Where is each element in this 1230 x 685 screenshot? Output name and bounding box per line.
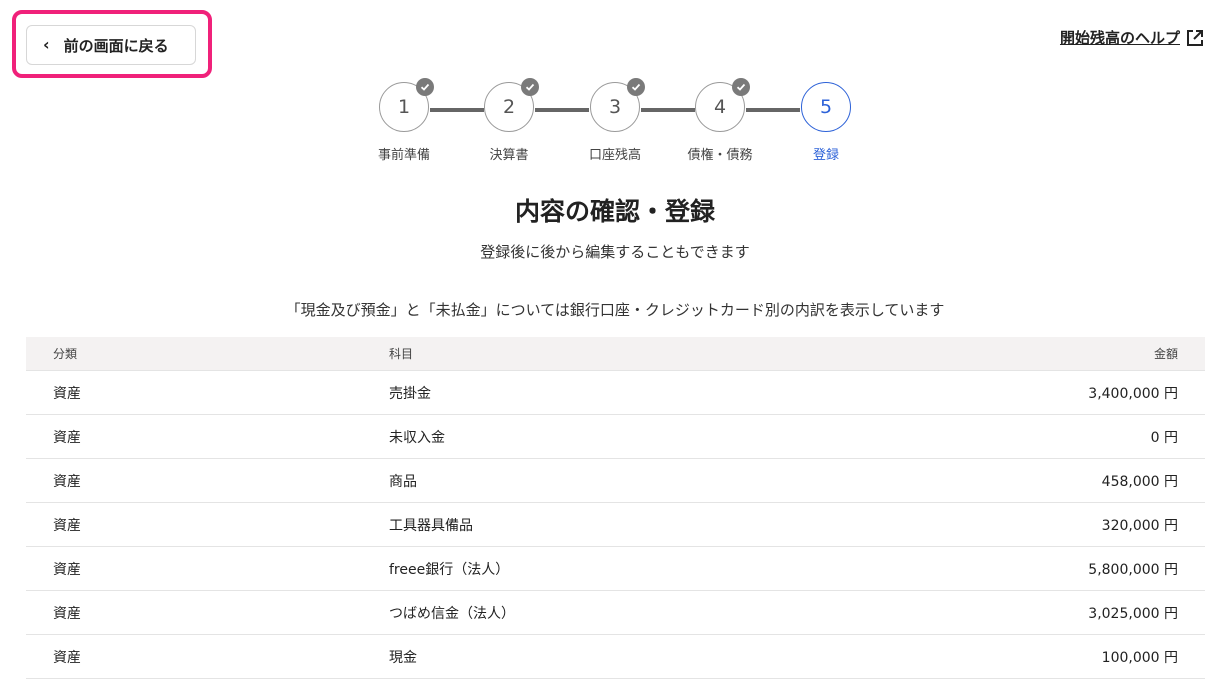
step-number: 1 bbox=[397, 96, 411, 118]
cell-account: 売掛金 bbox=[389, 385, 431, 402]
back-button-label: 前の画面に戻る bbox=[63, 36, 169, 55]
table-row: 資産 工具器具備品 320,000 円 bbox=[26, 503, 1205, 547]
cell-account: 未収入金 bbox=[389, 429, 445, 446]
step-label: 口座残高 bbox=[588, 148, 641, 163]
step-circle-active: 5 bbox=[801, 82, 851, 132]
step-circle: 1 bbox=[379, 78, 434, 132]
step-label: 債権・債務 bbox=[687, 148, 753, 163]
step-3: 3 口座残高 bbox=[575, 78, 655, 163]
cell-amount: 5,800,000 円 bbox=[1088, 561, 1178, 578]
cell-category: 資産 bbox=[53, 649, 81, 666]
cell-amount: 458,000 円 bbox=[1101, 473, 1178, 490]
table-row: 資産 つばめ信金（法人） 3,025,000 円 bbox=[26, 591, 1205, 635]
step-number: 2 bbox=[502, 96, 516, 118]
help-link[interactable]: 開始残高のヘルプ bbox=[1060, 27, 1204, 48]
cell-category: 資産 bbox=[53, 473, 81, 490]
cell-account: 商品 bbox=[389, 473, 417, 490]
cell-account: つばめ信金（法人） bbox=[389, 605, 515, 622]
step-5: 5 登録 bbox=[786, 82, 866, 163]
breakdown-note: 「現金及び預金」と「未払金」については銀行口座・クレジットカード別の内訳を表示し… bbox=[285, 301, 945, 319]
step-2: 2 決算書 bbox=[469, 78, 549, 163]
step-number: 3 bbox=[608, 96, 622, 118]
cell-account: freee銀行（法人） bbox=[389, 561, 510, 578]
step-4: 4 債権・債務 bbox=[680, 78, 760, 163]
table-row: 資産 未収入金 0 円 bbox=[26, 415, 1205, 459]
step-circle: 3 bbox=[590, 78, 645, 132]
check-icon bbox=[416, 78, 434, 96]
header-amount: 金額 bbox=[1153, 347, 1178, 361]
balance-table: 分類 科目 金額 資産 売掛金 3,400,000 円 資産 未収入金 0 円 … bbox=[26, 337, 1205, 679]
step-number: 4 bbox=[713, 96, 727, 118]
help-link-label: 開始残高のヘルプ bbox=[1059, 29, 1180, 47]
cell-category: 資産 bbox=[53, 429, 81, 446]
step-circle: 2 bbox=[484, 78, 539, 132]
check-icon bbox=[732, 78, 750, 96]
step-number: 5 bbox=[819, 96, 833, 118]
cell-amount: 100,000 円 bbox=[1101, 649, 1178, 666]
page-title: 内容の確認・登録 bbox=[514, 197, 715, 226]
header-account: 科目 bbox=[389, 347, 414, 361]
progress-stepper: 1 事前準備 2 決算書 3 口座残高 4 債権・債務 5 登録 bbox=[0, 78, 1230, 172]
table-row: 資産 売掛金 3,400,000 円 bbox=[26, 371, 1205, 415]
check-icon bbox=[521, 78, 539, 96]
step-label: 事前準備 bbox=[377, 148, 430, 163]
cell-amount: 320,000 円 bbox=[1101, 517, 1178, 534]
header-category: 分類 bbox=[53, 347, 78, 361]
table-row: 資産 商品 458,000 円 bbox=[26, 459, 1205, 503]
table-row: 資産 現金 100,000 円 bbox=[26, 635, 1205, 679]
cell-category: 資産 bbox=[53, 385, 81, 402]
step-label: 決算書 bbox=[489, 148, 529, 163]
cell-category: 資産 bbox=[53, 561, 81, 578]
cell-category: 資産 bbox=[53, 517, 81, 534]
page-subtitle: 登録後に後から編集することもできます bbox=[480, 243, 750, 261]
check-icon bbox=[627, 78, 645, 96]
cell-category: 資産 bbox=[53, 605, 81, 622]
back-button[interactable]: ‹ 前の画面に戻る bbox=[26, 25, 196, 65]
chevron-left-icon: ‹ bbox=[43, 34, 50, 54]
cell-amount: 0 円 bbox=[1150, 429, 1178, 446]
step-label-active: 登録 bbox=[812, 148, 839, 163]
table-row: 資産 freee銀行（法人） 5,800,000 円 bbox=[26, 547, 1205, 591]
external-link-icon bbox=[1187, 29, 1203, 46]
step-circle: 4 bbox=[695, 78, 750, 132]
cell-account: 工具器具備品 bbox=[389, 517, 473, 534]
cell-account: 現金 bbox=[389, 649, 417, 666]
cell-amount: 3,400,000 円 bbox=[1088, 385, 1178, 402]
page: ‹ 前の画面に戻る 開始残高のヘルプ 1 事前準備 2 決算書 3 口座残高 4… bbox=[0, 0, 1230, 685]
table-header: 分類 科目 金額 bbox=[26, 337, 1205, 371]
step-1: 1 事前準備 bbox=[364, 78, 444, 163]
cell-amount: 3,025,000 円 bbox=[1088, 605, 1178, 622]
